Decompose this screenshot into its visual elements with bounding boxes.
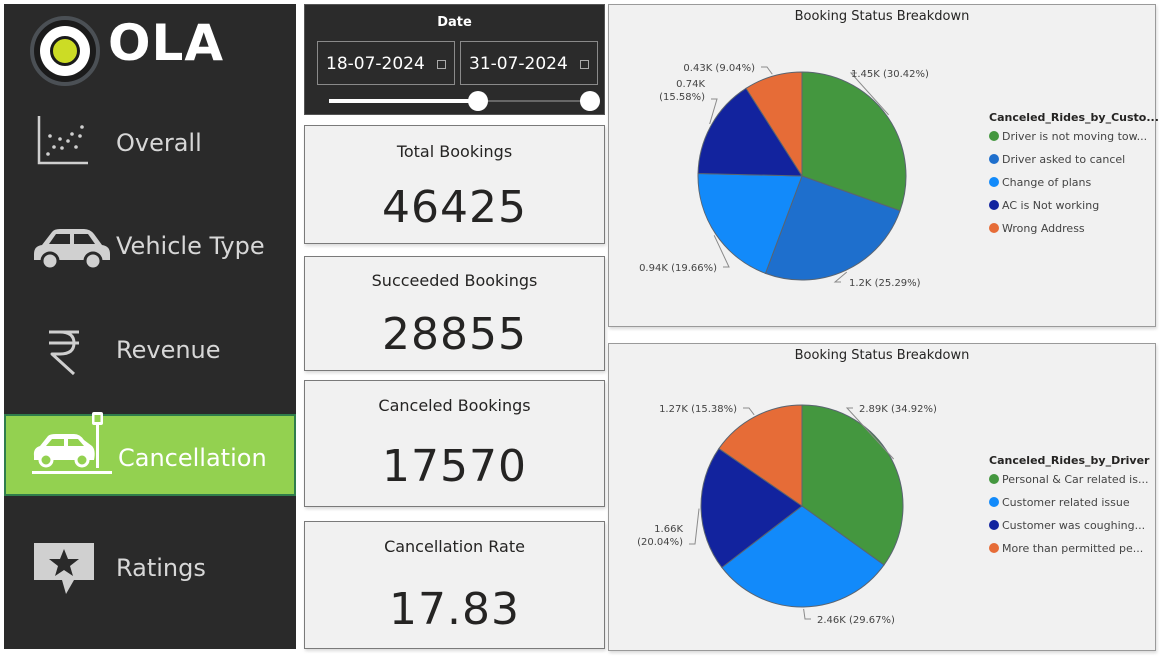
- scatter-chart-icon: [36, 114, 90, 170]
- nav-label-ratings: Ratings: [116, 554, 206, 582]
- nav-item-ratings[interactable]: Ratings: [4, 522, 296, 604]
- rupee-icon: [46, 328, 82, 380]
- chart-title: Booking Status Breakdown: [794, 9, 970, 24]
- kpi-value: 17570: [382, 441, 527, 492]
- data-label: 1.2K (25.29%): [849, 278, 921, 289]
- data-label: (20.04%): [637, 537, 683, 548]
- data-label: 0.74K: [676, 79, 705, 90]
- legend-label: Personal & Car related is...: [1002, 473, 1149, 486]
- ola-logo-icon: [30, 16, 100, 86]
- start-date-input[interactable]: 18-07-2024: [317, 41, 455, 85]
- legend-label: More than permitted pe...: [1002, 542, 1144, 555]
- chart-legend: Canceled_Rides_by_Custo... Driver is not…: [989, 111, 1159, 245]
- legend-swatch: [989, 154, 999, 164]
- nav-label-revenue: Revenue: [116, 336, 221, 364]
- nav-label-vehicle-type: Vehicle Type: [116, 232, 265, 260]
- dashboard: OLA Overall Vehicle Type Revenue Cancell…: [0, 0, 1165, 661]
- legend-swatch: [989, 474, 999, 484]
- date-slider-start-handle[interactable]: [468, 91, 488, 111]
- calendar-icon[interactable]: [580, 60, 589, 69]
- kpi-title: Canceled Bookings: [378, 396, 531, 415]
- sidebar: OLA Overall Vehicle Type Revenue Cancell…: [4, 4, 296, 649]
- nav-item-cancellation[interactable]: Cancellation: [4, 412, 296, 496]
- end-date-value: 31-07-2024: [469, 54, 568, 74]
- data-label: 1.27K (15.38%): [659, 404, 737, 415]
- date-slicer-title: Date: [437, 15, 472, 30]
- data-label: 0.43K (9.04%): [683, 63, 755, 74]
- legend-label: Driver is not moving tow...: [1002, 130, 1148, 143]
- kpi-title: Cancellation Rate: [384, 537, 525, 556]
- data-label: 0.94K (19.66%): [639, 263, 717, 274]
- car-icon: [30, 224, 112, 274]
- legend-item[interactable]: AC is Not working: [989, 199, 1159, 222]
- calendar-icon[interactable]: [437, 60, 446, 69]
- kpi-canceled-bookings: Canceled Bookings 17570: [304, 380, 605, 507]
- kpi-title: Total Bookings: [396, 142, 513, 161]
- legend-swatch: [989, 543, 999, 553]
- leader-line: [689, 508, 700, 545]
- data-label: (15.58%): [659, 92, 705, 103]
- data-label: 2.89K (34.92%): [859, 404, 937, 415]
- legend-label: Customer was coughing...: [1002, 519, 1146, 532]
- legend-item[interactable]: More than permitted pe...: [989, 542, 1149, 565]
- kpi-succeeded-bookings: Succeeded Bookings 28855: [304, 256, 605, 371]
- legend-item[interactable]: Change of plans: [989, 176, 1159, 199]
- legend-label: Driver asked to cancel: [1002, 153, 1126, 166]
- legend-item[interactable]: Personal & Car related is...: [989, 473, 1149, 496]
- kpi-value: 17.83: [389, 584, 520, 635]
- legend-swatch: [989, 200, 999, 210]
- car-crash-icon: [30, 410, 112, 482]
- kpi-value: 46425: [382, 182, 527, 233]
- star-comment-icon: [32, 540, 96, 602]
- leader-line: [803, 608, 811, 620]
- nav-label-cancellation: Cancellation: [118, 444, 267, 472]
- kpi-cancellation-rate: Cancellation Rate 17.83: [304, 521, 605, 649]
- legend-label: Wrong Address: [1002, 222, 1085, 235]
- kpi-value: 28855: [382, 309, 527, 360]
- legend-swatch: [989, 131, 999, 141]
- data-label: 1.45K (30.42%): [851, 69, 929, 80]
- leader-line: [743, 407, 755, 416]
- start-date-value: 18-07-2024: [326, 54, 425, 74]
- chart-canceled-by-customer: 1.45K (30.42%) 1.2K (25.29%) 0.94K (19.66%…: [608, 4, 1159, 327]
- legend-label: AC is Not working: [1002, 199, 1100, 212]
- date-slider-fill: [329, 99, 479, 103]
- kpi-total-bookings: Total Bookings 46425: [304, 125, 605, 244]
- legend-title: Canceled_Rides_by_Driver: [989, 454, 1150, 467]
- nav-item-revenue[interactable]: Revenue: [4, 306, 296, 388]
- kpi-title: Succeeded Bookings: [371, 271, 538, 290]
- date-slider-end-handle[interactable]: [580, 91, 600, 111]
- brand-name: OLA: [108, 14, 225, 72]
- legend-item[interactable]: Wrong Address: [989, 222, 1159, 245]
- legend-item[interactable]: Driver asked to cancel: [989, 153, 1159, 176]
- legend-label: Customer related issue: [1002, 496, 1130, 509]
- legend-swatch: [989, 177, 999, 187]
- legend-swatch: [989, 223, 999, 233]
- legend-item[interactable]: Driver is not moving tow...: [989, 130, 1159, 153]
- nav-item-vehicle-type[interactable]: Vehicle Type: [4, 204, 296, 286]
- chart-canceled-by-driver: 2.89K (34.92%) 2.46K (29.67%) 1.66K (20.04%…: [608, 343, 1156, 651]
- data-label: 2.46K (29.67%): [817, 615, 895, 626]
- chart-legend: Canceled_Rides_by_Driver Personal & Car …: [989, 454, 1149, 565]
- data-label: 1.66K: [654, 524, 683, 535]
- chart-title: Booking Status Breakdown: [794, 348, 970, 363]
- legend-item[interactable]: Customer was coughing...: [989, 519, 1149, 542]
- legend-label: Change of plans: [1002, 176, 1092, 189]
- end-date-input[interactable]: 31-07-2024: [460, 41, 598, 85]
- legend-swatch: [989, 520, 999, 530]
- legend-title: Canceled_Rides_by_Custo...: [989, 111, 1159, 124]
- nav-item-overall[interactable]: Overall: [4, 102, 296, 184]
- legend-item[interactable]: Customer related issue: [989, 496, 1149, 519]
- legend-swatch: [989, 497, 999, 507]
- leader-line: [761, 66, 773, 75]
- nav-label-overall: Overall: [116, 129, 202, 157]
- date-range-slicer: Date 18-07-2024 31-07-2024: [304, 4, 605, 115]
